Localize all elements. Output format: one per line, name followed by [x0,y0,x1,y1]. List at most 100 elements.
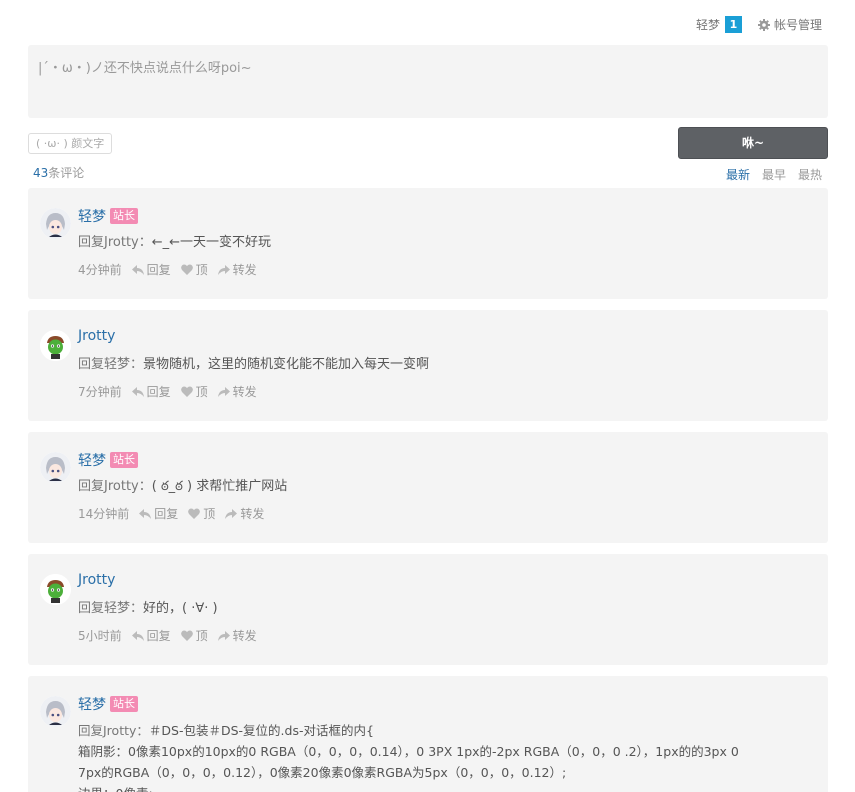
avatar-girl-icon [40,452,71,483]
comment-meta: 5小时前 回复 顶 转发 [78,627,257,644]
reply-target[interactable]: 回复Jrotty： [78,235,152,250]
forward-icon [217,386,230,397]
comment-text: 好的，( ·∀· ) [143,601,218,616]
avatar-green-icon [40,574,71,605]
comment-item: Jrotty 回复轻梦：景物随机，这里的随机变化能不能加入每天一变啊 7分钟前 … [28,310,828,421]
comment-item: 轻梦 站长 回复Jrotty：( ఠ_ఠ ) 求帮忙推广网站 14分钟前 回复 … [28,432,828,543]
reply-target[interactable]: 回复Jrotty： [78,479,152,494]
comment-text: ←_←一天一变不好玩 [151,235,272,250]
reply-icon [139,508,152,519]
comment-header: Jrotty [78,572,115,588]
submit-button[interactable]: 咻~ [678,127,828,159]
share-button[interactable]: 转发 [225,505,264,522]
comment-meta: 14分钟前 回复 顶 转发 [78,505,264,522]
comment-text: ＃DS-包装＃DS-复位的.ds-对话框的内{ [148,723,374,738]
comment-body: 回复Jrotty：＃DS-包装＃DS-复位的.ds-对话框的内{ 箱阴影：0像素… [78,720,816,792]
reply-target[interactable]: 回复轻梦： [78,601,143,616]
heart-icon [180,386,193,397]
like-button[interactable]: 顶 [188,505,215,522]
emoticon-button[interactable]: ( ·ω· ) 颜文字 [28,133,113,154]
comment-item: 轻梦 站长 回复Jrotty：＃DS-包装＃DS-复位的.ds-对话框的内{ 箱… [28,676,828,792]
avatar-green-icon [40,330,71,361]
sort-newest[interactable]: 最新 [726,166,750,183]
share-button[interactable]: 转发 [217,383,257,400]
like-label: 顶 [195,385,208,399]
comment-time: 4分钟前 [78,263,122,277]
avatar[interactable] [40,696,71,727]
reply-button[interactable]: 回复 [131,627,171,644]
avatar[interactable] [40,208,71,239]
share-button[interactable]: 转发 [217,627,257,644]
comment-textarea[interactable]: |´・ω・)ノ还不快点说点什么呀poi~ [28,45,828,118]
admin-badge: 站长 [110,452,138,468]
avatar[interactable] [40,452,71,483]
reply-label: 回复 [146,385,171,399]
like-button[interactable]: 顶 [180,627,208,644]
comment-body: 回复轻梦：好的，( ·∀· ) [78,598,816,619]
share-label: 转发 [232,385,257,399]
forward-icon [225,508,238,519]
comment-body: 回复Jrotty：( ఠ_ఠ ) 求帮忙推广网站 [78,476,816,497]
reply-button[interactable]: 回复 [139,505,178,522]
heart-icon [180,630,193,641]
reply-icon [131,386,144,397]
comment-item: Jrotty 回复轻梦：好的，( ·∀· ) 5小时前 回复 顶 转发 [28,554,828,665]
comment-author[interactable]: 轻梦 [78,694,106,714]
like-label: 顶 [195,263,208,277]
comment-meta: 4分钟前 回复 顶 转发 [78,261,257,278]
account-manage-link[interactable]: 帐号管理 [757,16,822,33]
comment-time: 14分钟前 [78,507,130,521]
comment-author[interactable]: 轻梦 [78,206,106,226]
reply-target[interactable]: 回复Jrotty： [78,723,149,738]
share-label: 转发 [232,263,257,277]
comment-text: ( ఠ_ఠ ) 求帮忙推广网站 [151,479,288,494]
comment-header: Jrotty [78,328,115,344]
share-label: 转发 [232,629,257,643]
comment-count-suffix: 条评论 [48,166,85,180]
reply-label: 回复 [154,507,179,521]
heart-icon [188,508,201,519]
username-link[interactable]: 轻梦 [696,16,720,33]
reply-target[interactable]: 回复轻梦： [78,357,143,372]
like-button[interactable]: 顶 [180,383,208,400]
reply-button[interactable]: 回复 [131,383,171,400]
comment-body: 回复Jrotty：←_←一天一变不好玩 [78,232,816,253]
account-manage-label: 帐号管理 [773,18,822,32]
forward-icon [217,630,230,641]
reply-icon [131,630,144,641]
comment-text-line: 边界：0像素; [78,783,816,792]
comment-time: 7分钟前 [78,385,122,399]
avatar-girl-icon [40,696,71,727]
forward-icon [217,264,230,275]
avatar[interactable] [40,574,71,605]
notification-badge[interactable]: 1 [724,16,742,33]
sort-hottest[interactable]: 最热 [798,166,822,183]
like-label: 顶 [203,507,216,521]
comment-count: 43条评论 [33,164,84,181]
avatar-girl-icon [40,208,71,239]
comment-time: 5小时前 [78,629,122,643]
gear-icon [757,18,770,31]
comment-header: 轻梦 站长 [78,694,138,714]
sort-tabs: 最新 最早 最热 [726,166,822,183]
comment-text-line: 箱阴影：0像素10px的10px的0 RGBA（0，0，0，0.14），0 3P… [78,744,739,759]
comment-author[interactable]: 轻梦 [78,450,106,470]
reply-button[interactable]: 回复 [131,261,171,278]
like-button[interactable]: 顶 [180,261,208,278]
comment-count-number: 43 [33,166,49,180]
comment-placeholder: |´・ω・)ノ还不快点说点什么呀poi~ [38,61,252,76]
comment-body: 回复轻梦：景物随机，这里的随机变化能不能加入每天一变啊 [78,354,816,375]
comment-author[interactable]: Jrotty [78,572,115,588]
sort-oldest[interactable]: 最早 [762,166,786,183]
reply-label: 回复 [146,263,171,277]
comment-meta: 7分钟前 回复 顶 转发 [78,383,257,400]
comment-author[interactable]: Jrotty [78,328,115,344]
reply-label: 回复 [146,629,171,643]
avatar[interactable] [40,330,71,361]
share-button[interactable]: 转发 [217,261,257,278]
share-label: 转发 [240,507,265,521]
like-label: 顶 [195,629,208,643]
reply-icon [131,264,144,275]
user-bar: 轻梦 1 帐号管理 [696,16,822,33]
heart-icon [180,264,193,275]
